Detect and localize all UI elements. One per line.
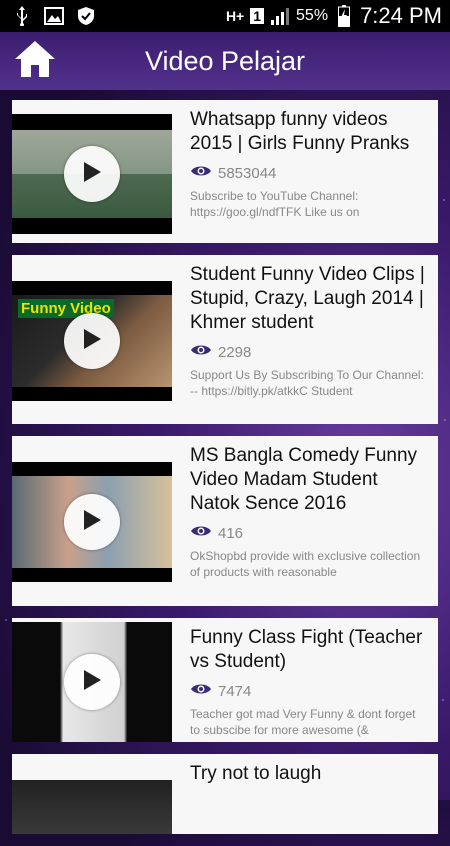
video-title[interactable]: Try not to laugh bbox=[190, 762, 428, 786]
signal-icon bbox=[270, 6, 290, 26]
video-title[interactable]: MS Bangla Comedy Funny Video Madam Stude… bbox=[190, 444, 428, 516]
video-card[interactable]: Funny Class Fight (Teacher vs Student) 7… bbox=[12, 618, 438, 742]
app-bar: Video Pelajar bbox=[0, 32, 450, 90]
view-count: 416 bbox=[190, 524, 428, 542]
video-title[interactable]: Funny Class Fight (Teacher vs Student) bbox=[190, 626, 428, 674]
video-description: Teacher got mad Very Funny & dont forget… bbox=[190, 707, 416, 737]
play-icon bbox=[82, 669, 102, 696]
video-thumbnail[interactable] bbox=[12, 114, 172, 234]
eye-icon bbox=[190, 164, 212, 182]
view-count-value: 7474 bbox=[218, 682, 252, 700]
video-thumbnail[interactable]: Funny Video bbox=[12, 281, 172, 401]
video-title[interactable]: Whatsapp funny videos 2015 | Girls Funny… bbox=[190, 108, 428, 156]
image-icon bbox=[44, 6, 64, 26]
sim-badge: 1 bbox=[250, 8, 265, 24]
video-description: Support Us By Subscribing To Our Channel… bbox=[190, 368, 424, 398]
home-button[interactable] bbox=[0, 32, 70, 90]
view-count: 2298 bbox=[190, 343, 428, 361]
play-button[interactable] bbox=[64, 494, 120, 550]
view-count-value: 416 bbox=[218, 524, 244, 542]
page-title: Video Pelajar bbox=[144, 45, 306, 76]
shield-icon bbox=[76, 6, 96, 26]
video-title[interactable]: Student Funny Video Clips | Stupid, Craz… bbox=[190, 263, 428, 335]
video-card[interactable]: Try not to laugh bbox=[12, 754, 438, 834]
view-count: 5853044 bbox=[190, 164, 428, 182]
video-description: OkShopbd provide with exclusive collecti… bbox=[190, 549, 421, 579]
video-thumbnail[interactable] bbox=[12, 780, 172, 834]
view-count-value: 5853044 bbox=[218, 164, 277, 182]
video-list: Whatsapp funny videos 2015 | Girls Funny… bbox=[12, 100, 438, 846]
network-type: H+ bbox=[225, 8, 245, 24]
clock: 7:24 PM bbox=[360, 3, 442, 28]
play-button[interactable] bbox=[64, 654, 120, 710]
view-count: 7474 bbox=[190, 682, 428, 700]
video-thumbnail[interactable] bbox=[12, 622, 172, 742]
usb-icon bbox=[12, 6, 32, 26]
eye-icon bbox=[190, 524, 212, 542]
play-button[interactable] bbox=[64, 313, 120, 369]
play-icon bbox=[82, 161, 102, 188]
play-icon bbox=[82, 328, 102, 355]
eye-icon bbox=[190, 682, 212, 700]
video-card[interactable]: MS Bangla Comedy Funny Video Madam Stude… bbox=[12, 436, 438, 606]
view-count-value: 2298 bbox=[218, 343, 252, 361]
video-card[interactable]: Funny Video Student Funny Video Clips | … bbox=[12, 255, 438, 424]
video-thumbnail[interactable] bbox=[12, 462, 172, 582]
eye-icon bbox=[190, 343, 212, 361]
video-description: Subscribe to YouTube Channel: https://go… bbox=[190, 189, 360, 219]
status-bar: H+ 1 55% 7:24 PM bbox=[0, 0, 450, 32]
play-icon bbox=[82, 509, 102, 536]
play-button[interactable] bbox=[64, 146, 120, 202]
video-card[interactable]: Whatsapp funny videos 2015 | Girls Funny… bbox=[12, 100, 438, 243]
battery-charging-icon bbox=[334, 5, 354, 27]
home-icon bbox=[13, 39, 57, 84]
battery-percent: 55% bbox=[296, 7, 329, 24]
